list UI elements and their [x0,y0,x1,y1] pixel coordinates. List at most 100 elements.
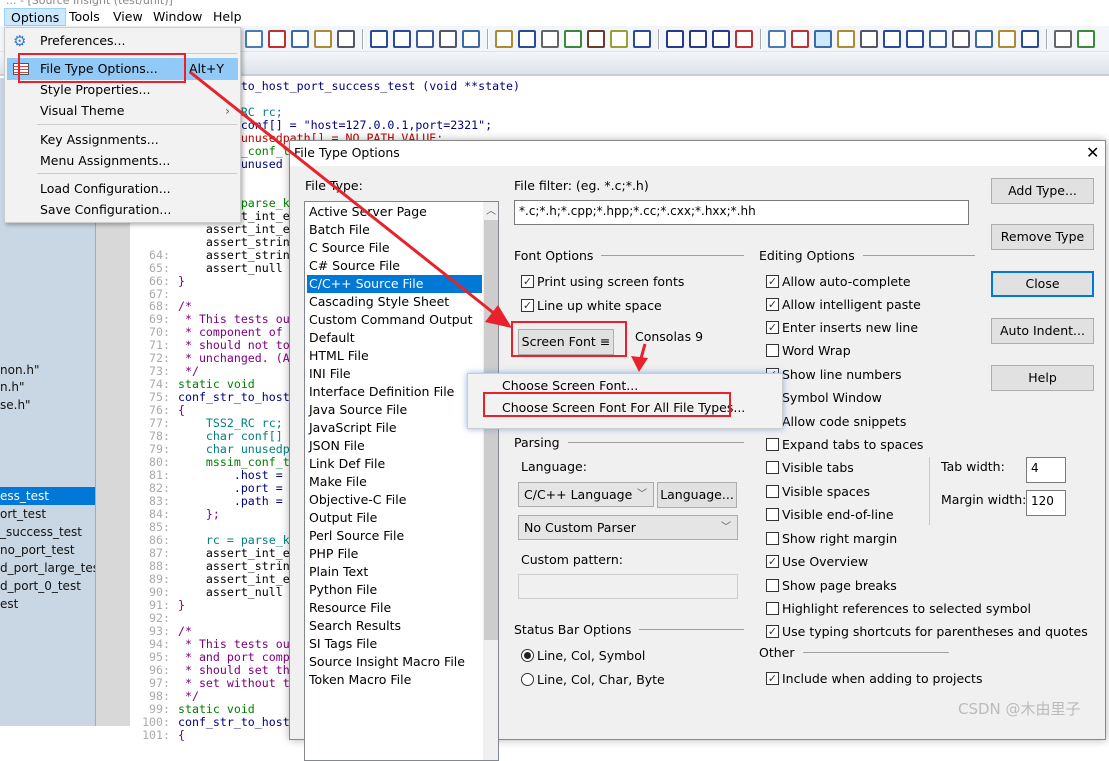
sidebar-item[interactable]: d_port_large_tes [0,559,95,577]
file-type-item[interactable]: Python File [307,581,482,599]
toolbar-icon-22[interactable] [791,30,809,48]
toolbar-icon-34[interactable] [1077,30,1095,48]
editing-option-checkbox[interactable]: ✓ Use typing shortcuts for parentheses an… [766,623,1088,639]
toolbar-icon-27[interactable] [906,30,924,48]
file-type-item[interactable]: Token Macro File [307,671,482,689]
back-icon[interactable] [370,30,388,48]
choose-screen-font-item[interactable]: Choose Screen Font... [502,378,638,393]
editing-option-checkbox[interactable]: ✓ Enter inserts new line [766,319,918,335]
remove-type-button[interactable]: Remove Type [991,224,1094,250]
toolbar-icon-25[interactable] [860,30,878,48]
file-type-item[interactable]: Cascading Style Sheet [307,293,482,311]
editing-option-checkbox[interactable]: ✓Allow code snippets [766,413,906,429]
editing-option-checkbox[interactable]: ✓Symbol Window [766,389,882,405]
sidebar-item[interactable]: est [0,595,95,613]
file-type-item[interactable]: Objective-C File [307,491,482,509]
file-type-item[interactable]: Active Server Page [307,203,482,221]
toolbar-icon-23[interactable] [814,30,832,48]
add-type-button[interactable]: Add Type... [991,178,1094,204]
file-filter-input[interactable]: *.c;*.h;*.cpp;*.hpp;*.cc;*.cxx;*.hxx;*.h… [514,200,969,225]
file-type-item[interactable]: JSON File [307,437,482,455]
tab-width-input[interactable]: 4 [1026,457,1066,483]
file-type-item[interactable]: Java Source File [307,401,482,419]
file-type-item[interactable]: Perl Source File [307,527,482,545]
editing-option-checkbox[interactable]: Show right margin [766,530,897,546]
auto-indent-button[interactable]: Auto Indent... [991,318,1094,344]
book-icon[interactable] [518,30,536,48]
function-icon[interactable] [541,30,559,48]
file-type-list[interactable]: ︿ Active Server Page Batch File C Source F… [304,201,499,761]
file-type-item[interactable]: Interface Definition File [307,383,482,401]
language-button[interactable]: Language... [657,482,737,508]
file-type-item[interactable]: Link Def File [307,455,482,473]
file-type-item[interactable]: Make File [307,473,482,491]
sidebar-item[interactable]: d_port_0_test [0,577,95,595]
menu-item[interactable]: Preferences... ⚙ [7,30,238,52]
toolbar-icon-29[interactable] [952,30,970,48]
indent-icon[interactable] [416,30,434,48]
file-type-item[interactable]: C Source File [307,239,482,257]
editing-option-checkbox[interactable]: Visible end-of-line [766,506,894,522]
status-bar-radio[interactable]: Line, Col, Char, Byte [521,671,665,687]
sidebar-item[interactable]: _success_test [0,523,95,541]
menu-tools[interactable]: Tools [63,8,106,26]
bookmark-down-icon[interactable] [268,30,286,48]
frame-icon[interactable] [712,30,730,48]
status-bar-radio[interactable]: Line, Col, Symbol [521,647,645,663]
editing-option-checkbox[interactable]: ✓Show line numbers [766,366,902,382]
hand-icon[interactable] [462,30,480,48]
print-screen-fonts-checkbox[interactable]: ✓ Print using screen fonts [521,273,684,289]
sidebar-item[interactable]: no_port_test [0,541,95,559]
file-type-item[interactable]: PHP File [307,545,482,563]
file-type-item[interactable]: Output File [307,509,482,527]
toolbar-icon-24[interactable] [837,30,855,48]
layout2-icon[interactable] [610,30,628,48]
forward-icon[interactable] [393,30,411,48]
custom-parser-select[interactable]: No Custom Parser ﹀ [518,515,738,540]
file-type-item[interactable]: Custom Command Output [307,311,482,329]
editing-option-checkbox[interactable]: ✓ Use Overview [766,553,868,569]
editing-option-checkbox[interactable]: Word Wrap [766,342,851,358]
menu-window[interactable]: Window [147,8,208,26]
menu-help[interactable]: Help [207,8,248,26]
margin-width-input[interactable]: 120 [1026,490,1066,516]
toolbar-icon-26[interactable] [883,30,901,48]
sidebar-item[interactable]: non.h" [0,361,95,379]
menu-item[interactable]: Visual Theme › [7,100,238,122]
menu-view[interactable]: View [107,8,149,26]
menu-item[interactable]: Save Configuration... [7,199,238,221]
toolbar-icon-28[interactable] [929,30,947,48]
browse-icon[interactable] [291,30,309,48]
toolbar-icon-32[interactable] [1021,30,1039,48]
file-type-item[interactable]: INI File [307,365,482,383]
custom-pattern-input[interactable] [518,574,738,599]
menu-options[interactable]: Options [4,8,67,26]
file-type-item[interactable]: HTML File [307,347,482,365]
file-type-item[interactable]: Batch File [307,221,482,239]
menu-item[interactable]: Menu Assignments... [7,150,238,172]
toolbar-icon-33[interactable] [1054,30,1072,48]
include-in-projects-checkbox[interactable]: ✓ Include when adding to projects [766,670,982,686]
r-icon[interactable] [564,30,582,48]
menu-item[interactable]: Key Assignments... [7,129,238,151]
list-scrollbar[interactable]: ︿ [483,202,498,760]
language-select[interactable]: C/C++ Language ﹀ [518,482,654,507]
web-icon[interactable] [337,30,355,48]
sidebar-item[interactable]: ess_test [0,487,95,505]
toolbar-icon-30[interactable] [975,30,993,48]
star-icon[interactable] [439,30,457,48]
file-type-item[interactable]: Source Insight Macro File [307,653,482,671]
file-type-item[interactable]: JavaScript File [307,419,482,437]
file-type-item[interactable]: C# Source File [307,257,482,275]
file-type-item[interactable]: Default [307,329,482,347]
replace-icon[interactable] [314,30,332,48]
tree-icon[interactable] [735,30,753,48]
editing-option-checkbox[interactable]: ✓ Allow auto-complete [766,273,911,289]
file-type-item[interactable]: Resource File [307,599,482,617]
file-type-item[interactable]: C/C++ Source File [307,275,482,293]
editing-option-checkbox[interactable]: Show page breaks [766,577,897,593]
help-button[interactable]: Help [991,365,1094,391]
windows-icon[interactable] [666,30,684,48]
toolbar-icon-21[interactable] [768,30,786,48]
p-icon[interactable] [689,30,707,48]
